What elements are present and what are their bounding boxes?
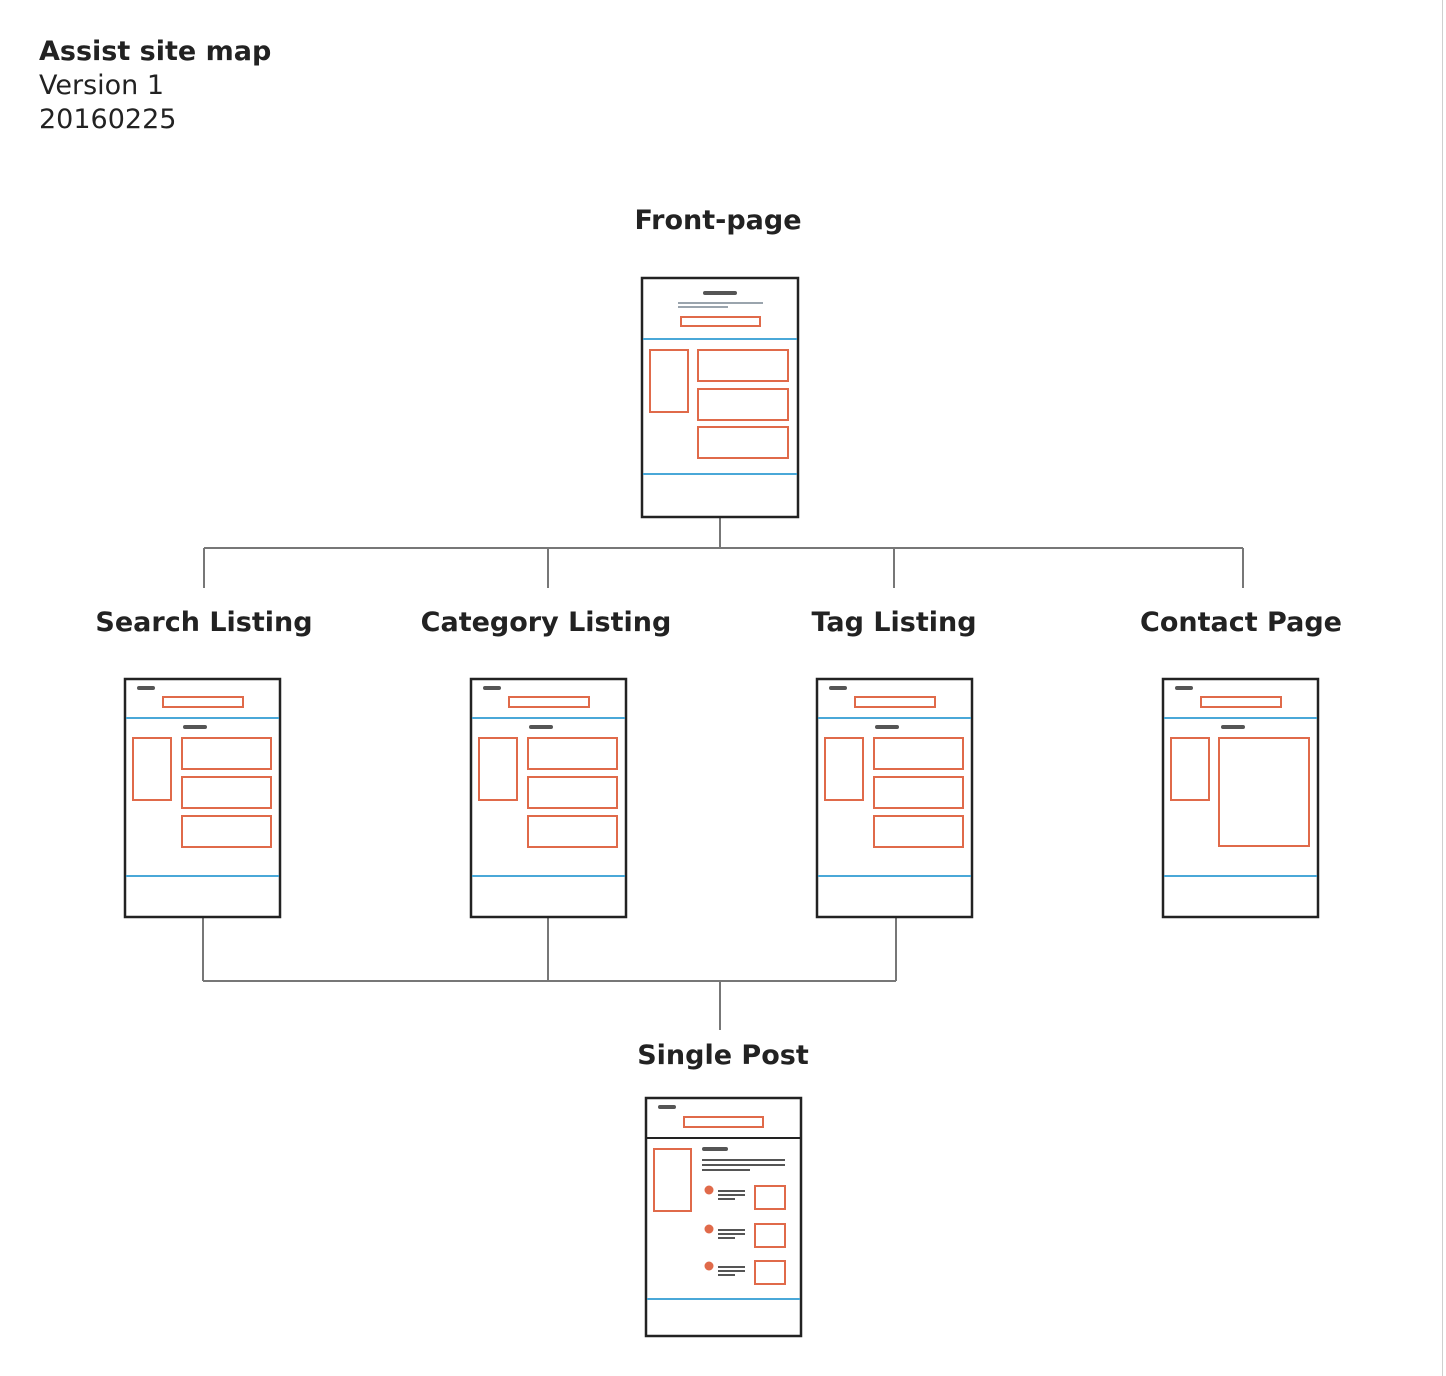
wireframe-frame xyxy=(815,677,974,919)
label-tag-listing: Tag Listing xyxy=(811,607,976,638)
wireframe-category-listing xyxy=(469,677,628,919)
wireframe-single-post xyxy=(644,1096,803,1338)
wireframe-contact-page xyxy=(1161,677,1320,919)
label-search-listing: Search Listing xyxy=(95,607,312,638)
wireframe-search-listing xyxy=(123,677,282,919)
bullet-dot-icon xyxy=(704,1224,714,1234)
bullet-dot-icon xyxy=(704,1261,714,1271)
sitemap-diagram: Front-page Search Listing Category Listi… xyxy=(95,205,1342,1338)
label-front-page: Front-page xyxy=(634,205,801,236)
label-single-post: Single Post xyxy=(637,1040,809,1071)
wireframe-front-page xyxy=(640,276,800,519)
wireframe-tag-listing xyxy=(815,677,974,919)
wireframe-frame xyxy=(640,276,800,519)
wireframe-frame xyxy=(644,1096,803,1338)
label-category-listing: Category Listing xyxy=(421,607,672,638)
bullet-dot-icon xyxy=(704,1185,714,1195)
wireframe-frame xyxy=(469,677,628,919)
connector-lines xyxy=(202,517,1244,1030)
wireframe-frame xyxy=(1161,677,1320,919)
wireframe-frame xyxy=(123,677,282,919)
label-contact-page: Contact Page xyxy=(1140,607,1342,638)
